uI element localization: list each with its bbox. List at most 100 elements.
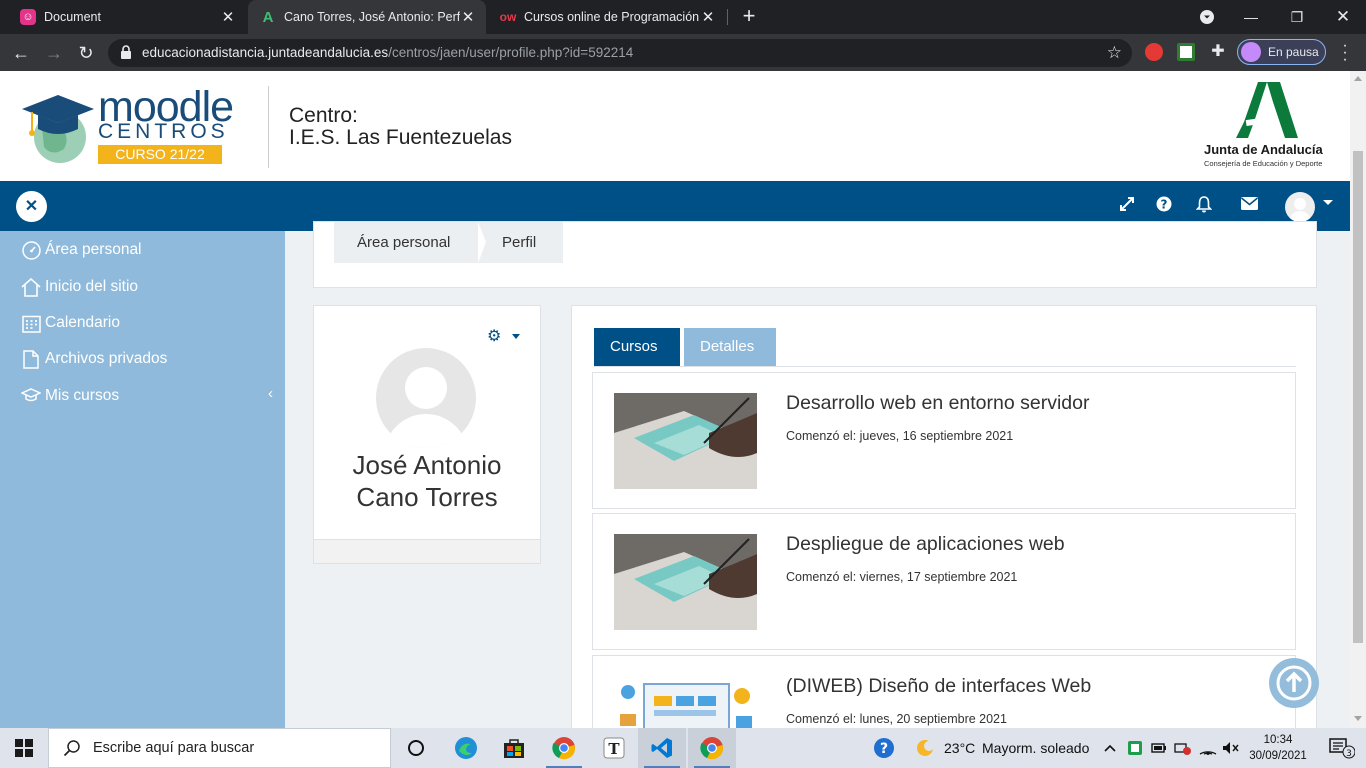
course-thumbnail[interactable] [614, 676, 757, 728]
weather-temperature[interactable]: 23°C [944, 740, 975, 756]
close-window-button[interactable]: ✕ [1320, 0, 1366, 34]
vscode-app[interactable] [638, 728, 686, 768]
breadcrumb-card: Área personal Perfil [313, 221, 1317, 288]
browser-menu-icon[interactable]: · · · [1340, 38, 1350, 68]
tab-search-button[interactable] [1184, 0, 1230, 34]
page-scrollbar[interactable] [1350, 71, 1366, 728]
drawer-item-mis-cursos[interactable]: Mis cursos ‹ [20, 385, 273, 407]
tray-network-error[interactable] [1172, 728, 1194, 768]
forward-button[interactable]: → [41, 40, 67, 66]
profile-button[interactable]: En pausa [1237, 39, 1326, 65]
graduation-cap-icon [20, 386, 42, 406]
user-menu-avatar[interactable] [1285, 192, 1315, 222]
close-tab-icon[interactable]: ✕ [700, 8, 716, 26]
course-card[interactable]: (DIWEB) Diseño de interfaces Web Comenzó… [592, 655, 1296, 728]
reload-button[interactable]: ↻ [73, 40, 99, 66]
course-start-date: Comenzó el: viernes, 17 septiembre 2021 [786, 570, 1018, 584]
close-tab-icon[interactable]: ✕ [220, 8, 236, 26]
start-button[interactable] [0, 728, 48, 768]
tab-courses[interactable]: ow Cursos online de Programación y ✕ [488, 0, 726, 34]
notifications-bell-icon[interactable] [1194, 196, 1214, 216]
scroll-down-icon[interactable] [1354, 716, 1362, 721]
tray-battery[interactable] [1148, 728, 1170, 768]
messages-envelope-icon[interactable] [1239, 196, 1259, 216]
chrome-app-active[interactable] [688, 728, 736, 768]
drawer-item-inicio-sitio[interactable]: Inicio del sitio [20, 276, 138, 298]
close-drawer-button[interactable]: ✕ [16, 191, 47, 222]
taskbar-search[interactable]: Escribe aquí para buscar [48, 728, 391, 768]
green-tray-icon [1128, 741, 1142, 755]
tab-document[interactable]: ☺ Document ✕ [8, 0, 246, 34]
header-divider [268, 86, 269, 168]
arrow-up-circle-icon [1276, 665, 1312, 701]
chevron-down-icon[interactable] [512, 334, 520, 339]
help-tray-button[interactable]: ? [862, 728, 906, 768]
tab-profile[interactable]: A Cano Torres, José Antonio: Perfil p ✕ [248, 0, 486, 34]
notification-center-button[interactable]: 3 [1318, 728, 1366, 768]
gear-icon[interactable]: ⚙ [487, 326, 501, 346]
weather-description[interactable]: Mayorm. soleado [982, 740, 1089, 756]
task-view-button[interactable] [392, 728, 440, 768]
course-name[interactable]: (DIWEB) Diseño de interfaces Web [786, 675, 1091, 698]
show-hidden-icons-button[interactable] [1098, 728, 1122, 768]
tray-app-green[interactable] [1124, 728, 1146, 768]
breadcrumb-separator [478, 222, 486, 263]
scrollbar-thumb[interactable] [1353, 151, 1363, 643]
extension-red-icon[interactable] [1145, 43, 1163, 61]
scroll-up-icon[interactable] [1354, 76, 1362, 81]
address-bar[interactable]: educacionadistancia.juntadeandalucia.es/… [108, 39, 1132, 67]
notifications-icon: 3 [1329, 738, 1355, 759]
chevron-circle-icon [1200, 10, 1214, 24]
drawer-item-calendario[interactable]: Calendario [20, 312, 120, 334]
bookmark-star-icon[interactable]: ☆ [1107, 43, 1122, 63]
course-card[interactable]: Despliegue de aplicaciones web Comenzó e… [592, 513, 1296, 650]
new-tab-button[interactable]: + [737, 4, 761, 28]
sun-icon [917, 740, 934, 756]
chevron-left-icon[interactable]: ‹ [268, 385, 273, 402]
help-icon[interactable]: ? [1154, 196, 1174, 216]
drawer-item-archivos-privados[interactable]: Archivos privados [20, 348, 167, 370]
course-thumbnail[interactable] [614, 534, 757, 630]
windows-logo-icon [15, 739, 33, 757]
document-favicon-icon: ☺ [20, 9, 36, 25]
dashboard-icon [20, 240, 42, 260]
profile-avatar [376, 348, 476, 448]
fullscreen-expand-icon[interactable] [1117, 196, 1137, 216]
tab-divider [594, 366, 1296, 367]
user-menu-caret-icon[interactable] [1323, 200, 1333, 205]
weather-widget[interactable] [905, 728, 945, 768]
windows-taskbar: Escribe aquí para buscar T ? 23°C Mayorm… [0, 728, 1366, 768]
course-name[interactable]: Despliegue de aplicaciones web [786, 533, 1065, 556]
course-card[interactable]: Desarrollo web en entorno servidor Comen… [592, 372, 1296, 509]
tray-wifi[interactable] [1196, 728, 1220, 768]
back-to-top-button[interactable] [1269, 658, 1319, 708]
edge-icon [455, 737, 477, 759]
logo-centros-text: CENTROS [98, 120, 229, 143]
centro-name: I.E.S. Las Fuentezuelas [289, 126, 512, 149]
tab-cursos[interactable]: Cursos [594, 328, 680, 366]
course-start-date: Comenzó el: jueves, 16 septiembre 2021 [786, 429, 1014, 443]
main-content: Área personal Perfil ⚙ José Antonio Cano… [285, 221, 1350, 728]
help-circle-icon: ? [874, 738, 894, 758]
restore-button[interactable]: ❐ [1274, 0, 1320, 34]
store-app[interactable] [490, 728, 538, 768]
junta-favicon-icon: A [262, 8, 274, 26]
back-button[interactable]: ← [8, 40, 34, 66]
course-thumbnail[interactable] [614, 393, 757, 489]
tab-detalles[interactable]: Detalles [684, 328, 776, 366]
drawer-item-area-personal[interactable]: Área personal [20, 239, 142, 261]
chrome-app[interactable] [540, 728, 588, 768]
typora-app[interactable]: T [590, 728, 638, 768]
extensions-puzzle-icon[interactable]: ✚ [1209, 43, 1227, 61]
chrome-icon [552, 737, 575, 760]
minimize-button[interactable]: — [1228, 0, 1274, 34]
system-clock[interactable]: 10:34 30/09/2021 [1246, 732, 1310, 764]
edge-app[interactable] [442, 728, 490, 768]
close-tab-icon[interactable]: ✕ [460, 8, 476, 26]
course-name[interactable]: Desarrollo web en entorno servidor [786, 392, 1090, 415]
battery-icon [1151, 743, 1166, 753]
course-start-date: Comenzó el: lunes, 20 septiembre 2021 [786, 712, 1007, 726]
breadcrumb-item-area-personal[interactable]: Área personal [334, 222, 484, 263]
tray-volume[interactable] [1220, 728, 1242, 768]
extension-calendar-icon[interactable] [1177, 43, 1195, 61]
